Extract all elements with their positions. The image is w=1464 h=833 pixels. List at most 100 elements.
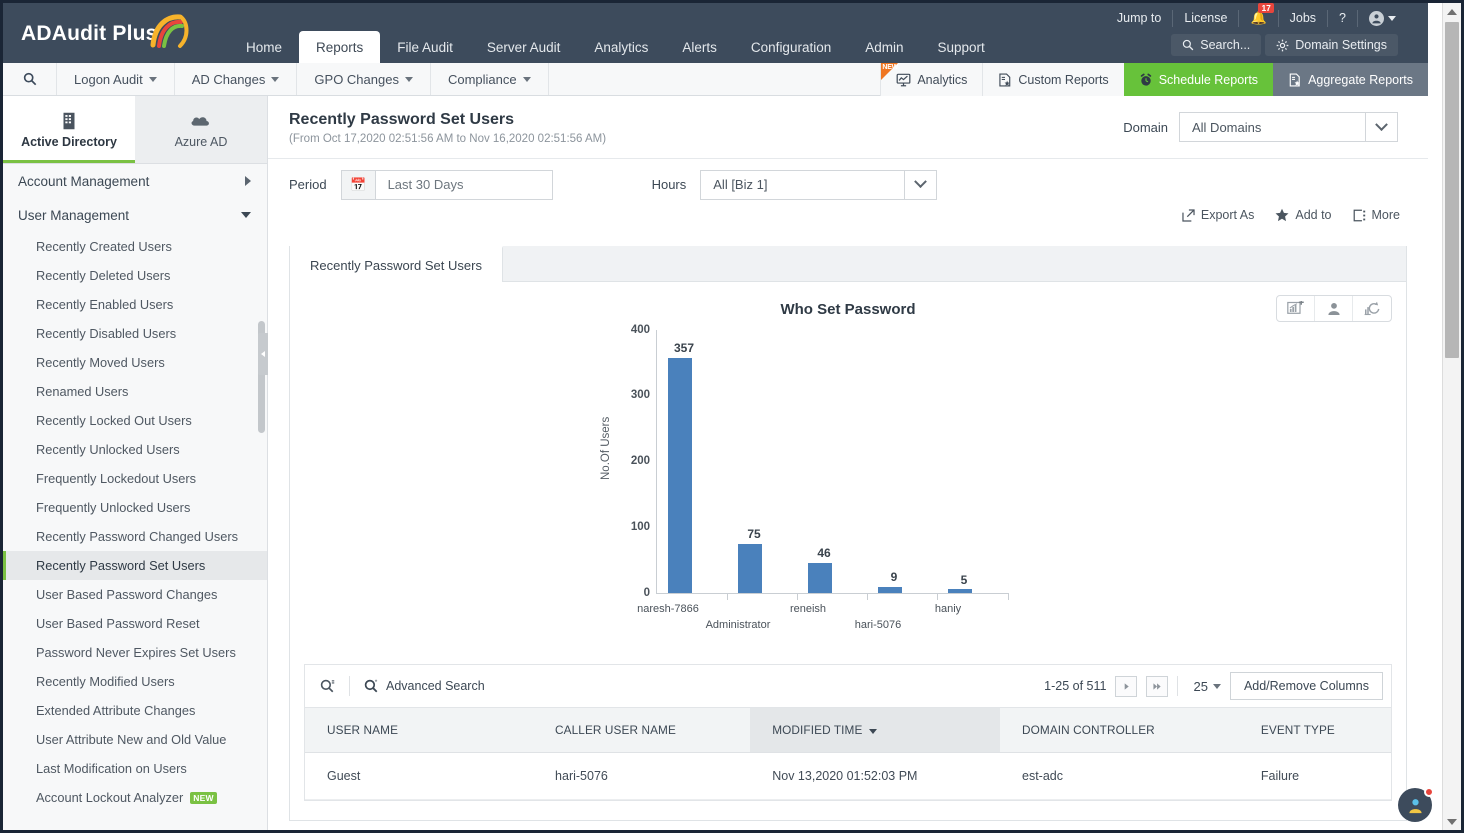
user-silhouette-icon[interactable] bbox=[1315, 296, 1353, 321]
sidebar-group-user-management[interactable]: User Management bbox=[3, 198, 267, 232]
column-caller-user-name[interactable]: CALLER USER NAME bbox=[533, 707, 751, 753]
add-to-button[interactable]: Add to bbox=[1275, 208, 1332, 222]
app-window: ADAudit Plus Home Reports File Audit Ser… bbox=[0, 0, 1464, 833]
sidebar-item-user-based-password-changes[interactable]: User Based Password Changes bbox=[3, 580, 267, 609]
bar-haniy[interactable] bbox=[948, 589, 972, 593]
tab-azure-ad-label: Azure AD bbox=[174, 135, 228, 149]
sidebar-item-extended-attribute-changes[interactable]: Extended Attribute Changes bbox=[3, 696, 267, 725]
aggregate-reports-button[interactable]: Aggregate Reports bbox=[1273, 63, 1428, 96]
scroll-down-arrow-icon[interactable] bbox=[1443, 813, 1461, 830]
chart-toolbar bbox=[1276, 295, 1392, 322]
scroll-up-arrow-icon[interactable] bbox=[1443, 3, 1461, 20]
browser-scrollbar[interactable] bbox=[1442, 3, 1461, 830]
tab-azure-ad[interactable]: Azure AD bbox=[135, 96, 267, 163]
table-search-icon[interactable] bbox=[305, 665, 349, 707]
app-logo[interactable]: ADAudit Plus bbox=[21, 13, 196, 53]
nav-item-server-audit[interactable]: Server Audit bbox=[470, 31, 578, 63]
sidebar-item-recently-deleted-users[interactable]: Recently Deleted Users bbox=[3, 261, 267, 290]
add-chart-icon[interactable] bbox=[1277, 296, 1315, 321]
sidebar-item-label: Recently Password Changed Users bbox=[36, 529, 239, 544]
jobs-button[interactable]: Jobs bbox=[1279, 9, 1329, 27]
sidebar-item-user-based-password-reset[interactable]: User Based Password Reset bbox=[3, 609, 267, 638]
nav-item-alerts[interactable]: Alerts bbox=[665, 31, 734, 63]
support-chat-button[interactable] bbox=[1398, 787, 1434, 822]
bar-administrator[interactable] bbox=[738, 544, 762, 593]
sidebar-item-recently-locked-out-users[interactable]: Recently Locked Out Users bbox=[3, 406, 267, 435]
header-utilities: Jump to License 🔔 17 Jobs ? bbox=[1106, 3, 1398, 29]
sidebar-item-recently-modified-users[interactable]: Recently Modified Users bbox=[3, 667, 267, 696]
jump-to-button[interactable]: Jump to bbox=[1106, 9, 1174, 27]
add-remove-columns-button[interactable]: Add/Remove Columns bbox=[1229, 672, 1383, 700]
table-row[interactable]: Guest hari-5076 Nov 13,2020 01:52:03 PM … bbox=[305, 752, 1391, 800]
page-size-select[interactable]: 25 bbox=[1187, 679, 1221, 694]
nav-item-analytics[interactable]: Analytics bbox=[577, 31, 665, 63]
column-user-name[interactable]: USER NAME bbox=[305, 707, 534, 753]
domain-select[interactable]: All Domains bbox=[1179, 112, 1398, 142]
domain-settings-button[interactable]: Domain Settings bbox=[1265, 34, 1398, 56]
column-modified-time[interactable]: MODIFIED TIME bbox=[750, 707, 1000, 753]
schedule-reports-button[interactable]: Schedule Reports bbox=[1123, 63, 1274, 96]
report-header: Recently Password Set Users (From Oct 17… bbox=[268, 96, 1428, 158]
next-page-button[interactable] bbox=[1115, 675, 1138, 697]
new-badge: NEW bbox=[190, 791, 217, 804]
period-value: Last 30 Days bbox=[387, 177, 464, 192]
subnav-right-actions: NEW Analytics Custom Reports Schedule Re… bbox=[880, 63, 1428, 96]
tab-recently-password-set-users[interactable]: Recently Password Set Users bbox=[290, 246, 503, 282]
bar-hari-5076[interactable] bbox=[878, 587, 902, 593]
subnav-gpo-changes[interactable]: GPO Changes bbox=[297, 63, 431, 95]
more-button[interactable]: More bbox=[1353, 208, 1400, 222]
nav-item-file-audit[interactable]: File Audit bbox=[380, 31, 470, 63]
chevron-down-icon bbox=[148, 76, 157, 82]
nav-item-admin[interactable]: Admin bbox=[848, 31, 920, 63]
sidebar-item-recently-unlocked-users[interactable]: Recently Unlocked Users bbox=[3, 435, 267, 464]
sidebar-group-account-management[interactable]: Account Management bbox=[3, 164, 267, 198]
sidebar-item-recently-enabled-users[interactable]: Recently Enabled Users bbox=[3, 290, 267, 319]
notifications-button[interactable]: 🔔 17 bbox=[1239, 3, 1279, 27]
nav-item-home[interactable]: Home bbox=[229, 31, 299, 63]
nav-item-configuration[interactable]: Configuration bbox=[734, 31, 848, 63]
column-domain-controller[interactable]: DOMAIN CONTROLLER bbox=[1000, 707, 1239, 753]
bar-reneish[interactable] bbox=[808, 563, 832, 593]
subnav-logon-audit[interactable]: Logon Audit bbox=[57, 63, 175, 95]
subnav-ad-changes[interactable]: AD Changes bbox=[175, 63, 298, 95]
subnav-compliance[interactable]: Compliance bbox=[431, 63, 549, 95]
sidebar-item-frequently-unlocked-users[interactable]: Frequently Unlocked Users bbox=[3, 493, 267, 522]
period-picker[interactable]: 📅 Last 30 Days bbox=[340, 169, 553, 200]
hours-select[interactable]: All [Biz 1] bbox=[700, 169, 938, 200]
export-as-button[interactable]: Export As bbox=[1182, 208, 1254, 222]
advanced-search-button[interactable]: * Advanced Search bbox=[350, 679, 485, 694]
sidebar-item-user-attribute-new-and-old-value[interactable]: User Attribute New and Old Value bbox=[3, 725, 267, 754]
tab-active-directory[interactable]: Active Directory bbox=[3, 96, 135, 163]
nav-item-reports[interactable]: Reports bbox=[299, 31, 381, 63]
report-filters: Period 📅 Last 30 Days Hours All [Biz 1] bbox=[268, 158, 1428, 210]
column-event-type[interactable]: EVENT TYPE bbox=[1238, 707, 1391, 753]
custom-reports-button[interactable]: Custom Reports bbox=[982, 63, 1124, 96]
sidebar-item-last-modification-on-users[interactable]: Last Modification on Users bbox=[3, 754, 267, 783]
scrollbar-thumb[interactable] bbox=[1445, 22, 1459, 358]
sidebar-item-recently-password-changed-users[interactable]: Recently Password Changed Users bbox=[3, 522, 267, 551]
search-icon bbox=[1183, 39, 1194, 51]
sidebar-item-recently-moved-users[interactable]: Recently Moved Users bbox=[3, 348, 267, 377]
aggregate-reports-label: Aggregate Reports bbox=[1308, 72, 1413, 87]
sidebar-item-recently-created-users[interactable]: Recently Created Users bbox=[3, 232, 267, 261]
sidebar-item-recently-password-set-users[interactable]: Recently Password Set Users bbox=[3, 551, 267, 580]
search-button[interactable]: Search... bbox=[1171, 34, 1262, 56]
report-search-icon[interactable] bbox=[3, 63, 57, 95]
nav-item-support[interactable]: Support bbox=[921, 31, 1002, 63]
user-account-button[interactable] bbox=[1358, 10, 1398, 27]
sidebar-item-label: Frequently Lockedout Users bbox=[36, 471, 197, 486]
analytics-button[interactable]: NEW Analytics bbox=[880, 63, 983, 96]
sidebar-item-account-lockout-analyzer[interactable]: Account Lockout Analyzer NEW bbox=[3, 783, 267, 812]
bar-naresh-7866[interactable] bbox=[668, 358, 692, 593]
sidebar-item-renamed-users[interactable]: Renamed Users bbox=[3, 377, 267, 406]
header-action-pills: Search... Domain Settings bbox=[1171, 33, 1398, 57]
sidebar-collapse-handle[interactable] bbox=[258, 333, 268, 375]
last-page-button[interactable] bbox=[1146, 675, 1169, 697]
license-button[interactable]: License bbox=[1173, 9, 1240, 27]
help-button[interactable]: ? bbox=[1328, 9, 1358, 27]
refresh-chart-icon[interactable] bbox=[1353, 296, 1391, 321]
analytics-icon bbox=[896, 73, 911, 86]
sidebar-item-password-never-expires-set-users[interactable]: Password Never Expires Set Users bbox=[3, 638, 267, 667]
sidebar-item-frequently-lockedout-users[interactable]: Frequently Lockedout Users bbox=[3, 464, 267, 493]
sidebar-item-recently-disabled-users[interactable]: Recently Disabled Users bbox=[3, 319, 267, 348]
